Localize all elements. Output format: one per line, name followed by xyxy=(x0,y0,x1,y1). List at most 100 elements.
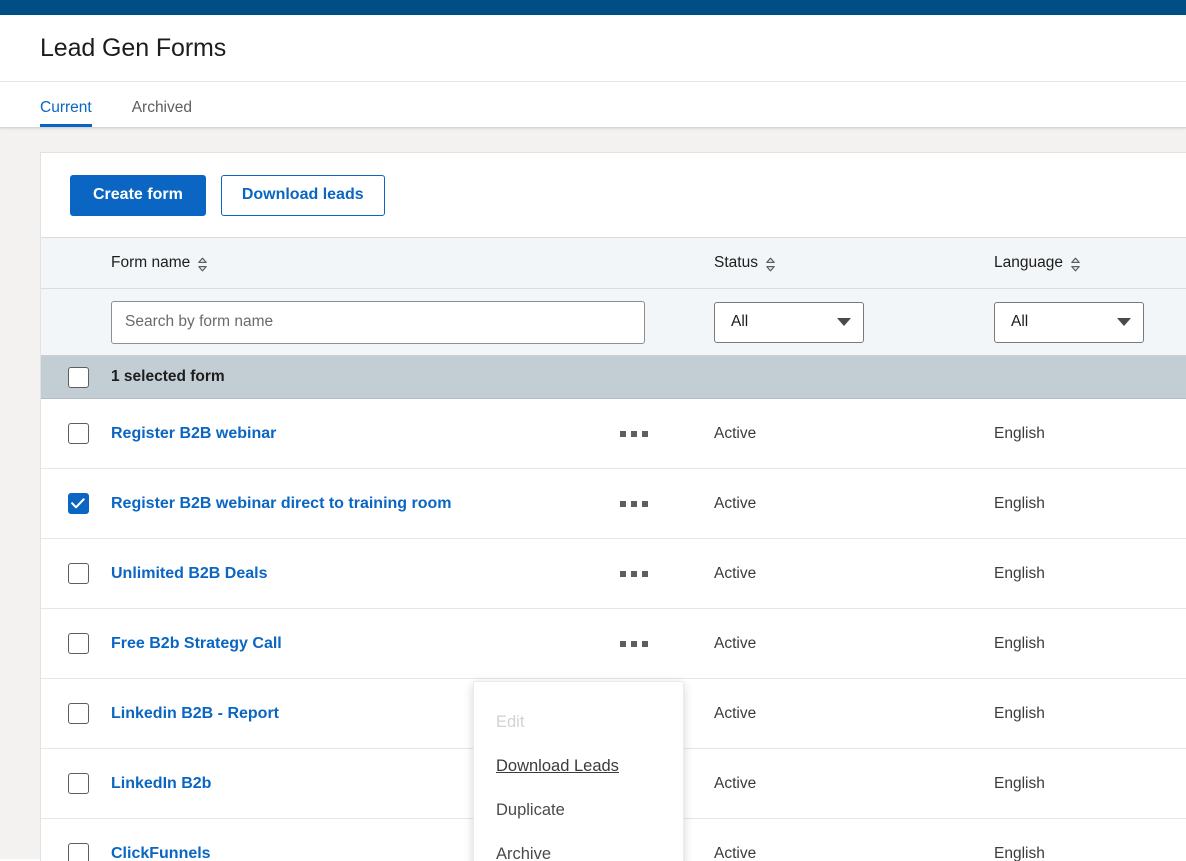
row-overflow-menu-icon[interactable] xyxy=(618,565,650,583)
table-row: Free B2b Strategy Call Active English xyxy=(41,609,1186,679)
form-name-link[interactable]: Register B2B webinar xyxy=(111,425,276,442)
form-name-link[interactable]: Linkedin B2B - Report xyxy=(111,705,279,722)
row-status-cell: Active xyxy=(711,775,991,793)
row-checkbox-cell xyxy=(41,633,111,654)
sort-icon xyxy=(1070,257,1081,272)
header-label-form-name: Form name xyxy=(111,254,191,271)
row-select-checkbox[interactable] xyxy=(67,563,89,584)
status-value: Active xyxy=(714,494,757,512)
tab-current-label: Current xyxy=(40,98,92,116)
row-language-cell: English xyxy=(991,705,1186,723)
language-value: English xyxy=(994,774,1045,792)
table-row: Register B2B webinar Active English xyxy=(41,399,1186,469)
row-language-cell: English xyxy=(991,775,1186,793)
row-context-menu: Edit Download Leads Duplicate Archive xyxy=(473,681,684,861)
row-select-checkbox[interactable] xyxy=(67,423,89,444)
table-header-row: Form name Status Language xyxy=(41,237,1186,289)
select-all-checkbox[interactable] xyxy=(67,366,89,388)
filter-cell-status: All xyxy=(711,301,991,343)
row-actions-cell xyxy=(611,495,711,513)
create-form-button[interactable]: Create form xyxy=(70,174,206,216)
table-row: Register B2B webinar direct to training … xyxy=(41,469,1186,539)
language-value: English xyxy=(994,704,1045,722)
sort-icon xyxy=(765,257,776,272)
row-overflow-menu-icon[interactable] xyxy=(618,635,650,653)
forms-toolbar: Create form Download leads xyxy=(41,153,1186,237)
row-status-cell: Active xyxy=(711,425,991,443)
header-cell-form-name: Form name xyxy=(111,254,611,272)
language-filter-value: All xyxy=(1011,313,1029,330)
language-value: English xyxy=(994,424,1045,442)
filter-cell-form-name xyxy=(111,300,645,344)
tab-archived[interactable]: Archived xyxy=(131,98,192,128)
form-name-link[interactable]: Unlimited B2B Deals xyxy=(111,565,267,582)
sort-status[interactable]: Status xyxy=(714,254,776,272)
filter-cell-language: All xyxy=(991,301,1186,343)
row-language-cell: English xyxy=(991,635,1186,653)
download-leads-button[interactable]: Download leads xyxy=(220,174,385,216)
row-actions-cell xyxy=(611,635,711,653)
row-status-cell: Active xyxy=(711,635,991,653)
status-value: Active xyxy=(714,564,757,582)
status-value: Active xyxy=(714,424,757,442)
language-value: English xyxy=(994,494,1045,512)
menu-item-duplicate[interactable]: Duplicate xyxy=(474,788,683,832)
header-label-status: Status xyxy=(714,254,758,271)
row-overflow-menu-icon[interactable] xyxy=(618,495,650,513)
row-checkbox-cell xyxy=(41,493,111,514)
header-cell-language: Language xyxy=(991,254,1186,272)
table-row: Unlimited B2B Deals Active English xyxy=(41,539,1186,609)
search-input[interactable] xyxy=(111,300,645,344)
chevron-down-icon xyxy=(837,318,851,326)
row-actions-cell xyxy=(611,565,711,583)
menu-item-archive-label: Archive xyxy=(496,844,552,861)
status-filter-value: All xyxy=(731,313,749,330)
row-language-cell: English xyxy=(991,425,1186,443)
status-value: Active xyxy=(714,844,757,861)
language-value: English xyxy=(994,844,1045,861)
row-select-checkbox[interactable] xyxy=(67,773,89,794)
status-value: Active xyxy=(714,704,757,722)
row-name-cell: Free B2b Strategy Call xyxy=(111,635,611,653)
language-value: English xyxy=(994,564,1045,582)
row-select-checkbox[interactable] xyxy=(67,703,89,724)
sort-language[interactable]: Language xyxy=(994,254,1081,272)
menu-item-edit-label: Edit xyxy=(496,712,525,731)
forms-card: Create form Download leads Form name Sta… xyxy=(40,152,1186,861)
tab-current[interactable]: Current xyxy=(40,98,92,127)
status-filter-dropdown[interactable]: All xyxy=(714,301,864,343)
row-checkbox-cell xyxy=(41,773,111,794)
row-select-checkbox[interactable] xyxy=(67,633,89,654)
language-filter-dropdown[interactable]: All xyxy=(994,301,1144,343)
table-filter-row: All All xyxy=(41,289,1186,356)
form-name-link[interactable]: ClickFunnels xyxy=(111,845,211,861)
row-overflow-menu-icon[interactable] xyxy=(618,425,650,443)
menu-item-edit[interactable]: Edit xyxy=(474,700,683,744)
menu-item-download-leads[interactable]: Download Leads xyxy=(474,744,683,788)
row-status-cell: Active xyxy=(711,845,991,861)
status-value: Active xyxy=(714,634,757,652)
form-name-link[interactable]: Free B2b Strategy Call xyxy=(111,635,282,652)
row-status-cell: Active xyxy=(711,705,991,723)
language-value: English xyxy=(994,634,1045,652)
form-name-link[interactable]: Register B2B webinar direct to training … xyxy=(111,495,452,512)
menu-item-duplicate-label: Duplicate xyxy=(496,800,565,819)
global-nav-bar xyxy=(0,0,1186,15)
row-select-checkbox[interactable] xyxy=(67,493,89,514)
row-name-cell: Register B2B webinar direct to training … xyxy=(111,495,611,513)
row-name-cell: Register B2B webinar xyxy=(111,425,611,443)
tab-archived-label: Archived xyxy=(131,98,192,116)
page-title: Lead Gen Forms xyxy=(40,33,227,62)
row-checkbox-cell xyxy=(41,563,111,584)
page-header: Lead Gen Forms xyxy=(0,15,1186,82)
sort-form-name[interactable]: Form name xyxy=(111,254,208,272)
row-checkbox-cell xyxy=(41,423,111,444)
row-select-checkbox[interactable] xyxy=(67,843,89,861)
status-value: Active xyxy=(714,774,757,792)
form-name-link[interactable]: LinkedIn B2b xyxy=(111,775,211,792)
selection-count-cell: 1 selected form xyxy=(111,368,611,386)
row-language-cell: English xyxy=(991,495,1186,513)
menu-item-archive[interactable]: Archive xyxy=(474,832,683,861)
page-body: Create form Download leads Form name Sta… xyxy=(0,128,1186,861)
chevron-down-icon xyxy=(1117,318,1131,326)
